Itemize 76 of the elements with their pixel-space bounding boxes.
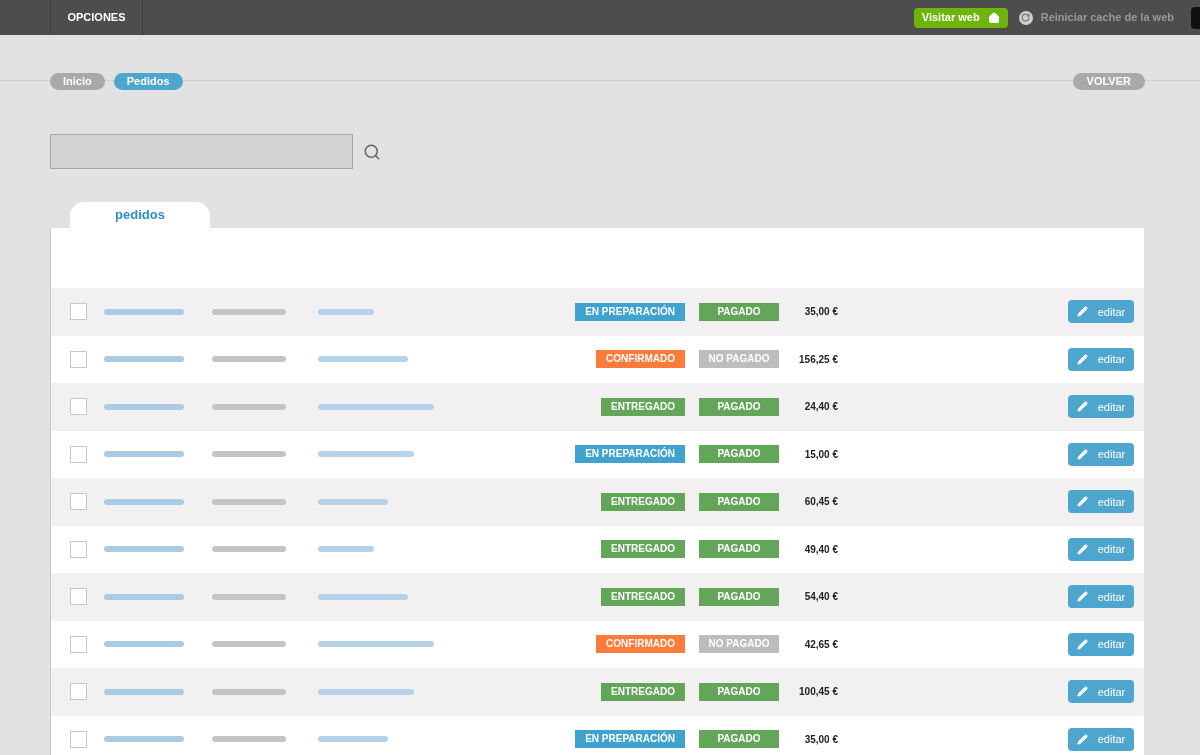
breadcrumb[interactable]: Inicio [50, 72, 105, 90]
edit-button[interactable]: editar [1068, 727, 1134, 751]
edit-button[interactable]: editar [1068, 490, 1134, 514]
status-badge: ENTREGADO [601, 587, 685, 606]
row-checkbox[interactable] [70, 350, 87, 368]
payment-badge: PAGADO [699, 540, 779, 559]
redacted-customer-name [318, 736, 388, 743]
pencil-icon [1076, 543, 1088, 555]
redacted-customer-name [318, 498, 388, 505]
status-badge: ENTREGADO [601, 492, 685, 511]
order-total: 24,40 € [803, 400, 838, 415]
options-menu[interactable]: OPCIONES [50, 0, 143, 35]
pencil-icon [1076, 638, 1088, 650]
search-field[interactable] [50, 134, 353, 169]
payment-badge: NO PAGADO [699, 350, 779, 369]
order-total: 54,40 € [803, 590, 838, 605]
search-icon [363, 142, 381, 161]
payment-badge: PAGADO [699, 587, 779, 606]
row-checkbox[interactable] [70, 303, 87, 321]
order-total: 15,00 € [803, 447, 838, 462]
pencil-icon [1076, 448, 1088, 460]
row-checkbox[interactable] [70, 398, 87, 416]
edit-button[interactable]: editar [1068, 632, 1134, 656]
status-badge: ENTREGADO [601, 682, 685, 701]
payment-badge: PAGADO [699, 445, 779, 464]
order-total: 35,00 € [803, 732, 838, 747]
row-checkbox[interactable] [70, 588, 87, 606]
status-badge: ENTREGADO [601, 397, 685, 416]
status-badge: CONFIRMADO [596, 350, 685, 369]
payment-badge: PAGADO [699, 682, 779, 701]
row-checkbox[interactable] [70, 540, 87, 558]
payment-badge: PAGADO [699, 492, 779, 511]
row-checkbox[interactable] [70, 683, 87, 701]
pencil-icon [1076, 591, 1088, 603]
pencil-icon [1076, 496, 1088, 508]
reset-cache-link[interactable]: Reiniciar cache de la web [1040, 9, 1174, 26]
refresh-icon [1018, 10, 1033, 25]
edit-button[interactable]: editar [1068, 442, 1134, 466]
breadcrumb[interactable]: Pedidos [113, 72, 183, 90]
edit-button[interactable]: editar [1068, 300, 1134, 324]
payment-badge: PAGADO [699, 730, 779, 749]
order-total: 42,65 € [803, 637, 838, 652]
back-button[interactable]: VOLVER [1072, 72, 1145, 90]
status-badge: CONFIRMADO [596, 635, 685, 654]
payment-badge: NO PAGADO [699, 635, 779, 654]
status-badge: EN PREPARACIÓN [575, 302, 685, 321]
status-badge: ENTREGADO [601, 540, 685, 559]
corner-block [1191, 6, 1200, 29]
visit-web-button[interactable]: Visitar web [913, 7, 1008, 28]
pencil-icon [1076, 306, 1088, 318]
edit-button[interactable]: editar [1068, 395, 1134, 419]
row-checkbox[interactable] [70, 730, 87, 748]
home-icon [987, 11, 1000, 24]
edit-button[interactable]: editar [1068, 347, 1134, 371]
order-total: 100,45 € [798, 685, 838, 700]
edit-button[interactable]: editar [1068, 585, 1134, 609]
payment-badge: PAGADO [699, 302, 779, 321]
edit-button[interactable]: editar [1068, 537, 1134, 561]
status-badge: EN PREPARACIÓN [575, 730, 685, 749]
order-total: 35,00 € [803, 305, 838, 320]
order-total: 156,25 € [798, 352, 838, 367]
edit-button[interactable]: editar [1068, 680, 1134, 704]
row-checkbox[interactable] [70, 445, 87, 463]
pencil-icon [1076, 686, 1088, 698]
pencil-icon [1076, 353, 1088, 365]
order-total: 60,45 € [803, 495, 838, 510]
row-checkbox[interactable] [70, 635, 87, 653]
payment-badge: PAGADO [699, 397, 779, 416]
status-badge: EN PREPARACIÓN [575, 445, 685, 464]
pencil-icon [1076, 401, 1088, 413]
redacted-customer-name [318, 546, 374, 553]
order-total: 49,40 € [803, 542, 838, 557]
row-checkbox[interactable] [70, 493, 87, 511]
redacted-customer-name [318, 308, 374, 315]
pencil-icon [1076, 733, 1088, 745]
pedidos-tab[interactable]: pedidos [70, 202, 210, 228]
